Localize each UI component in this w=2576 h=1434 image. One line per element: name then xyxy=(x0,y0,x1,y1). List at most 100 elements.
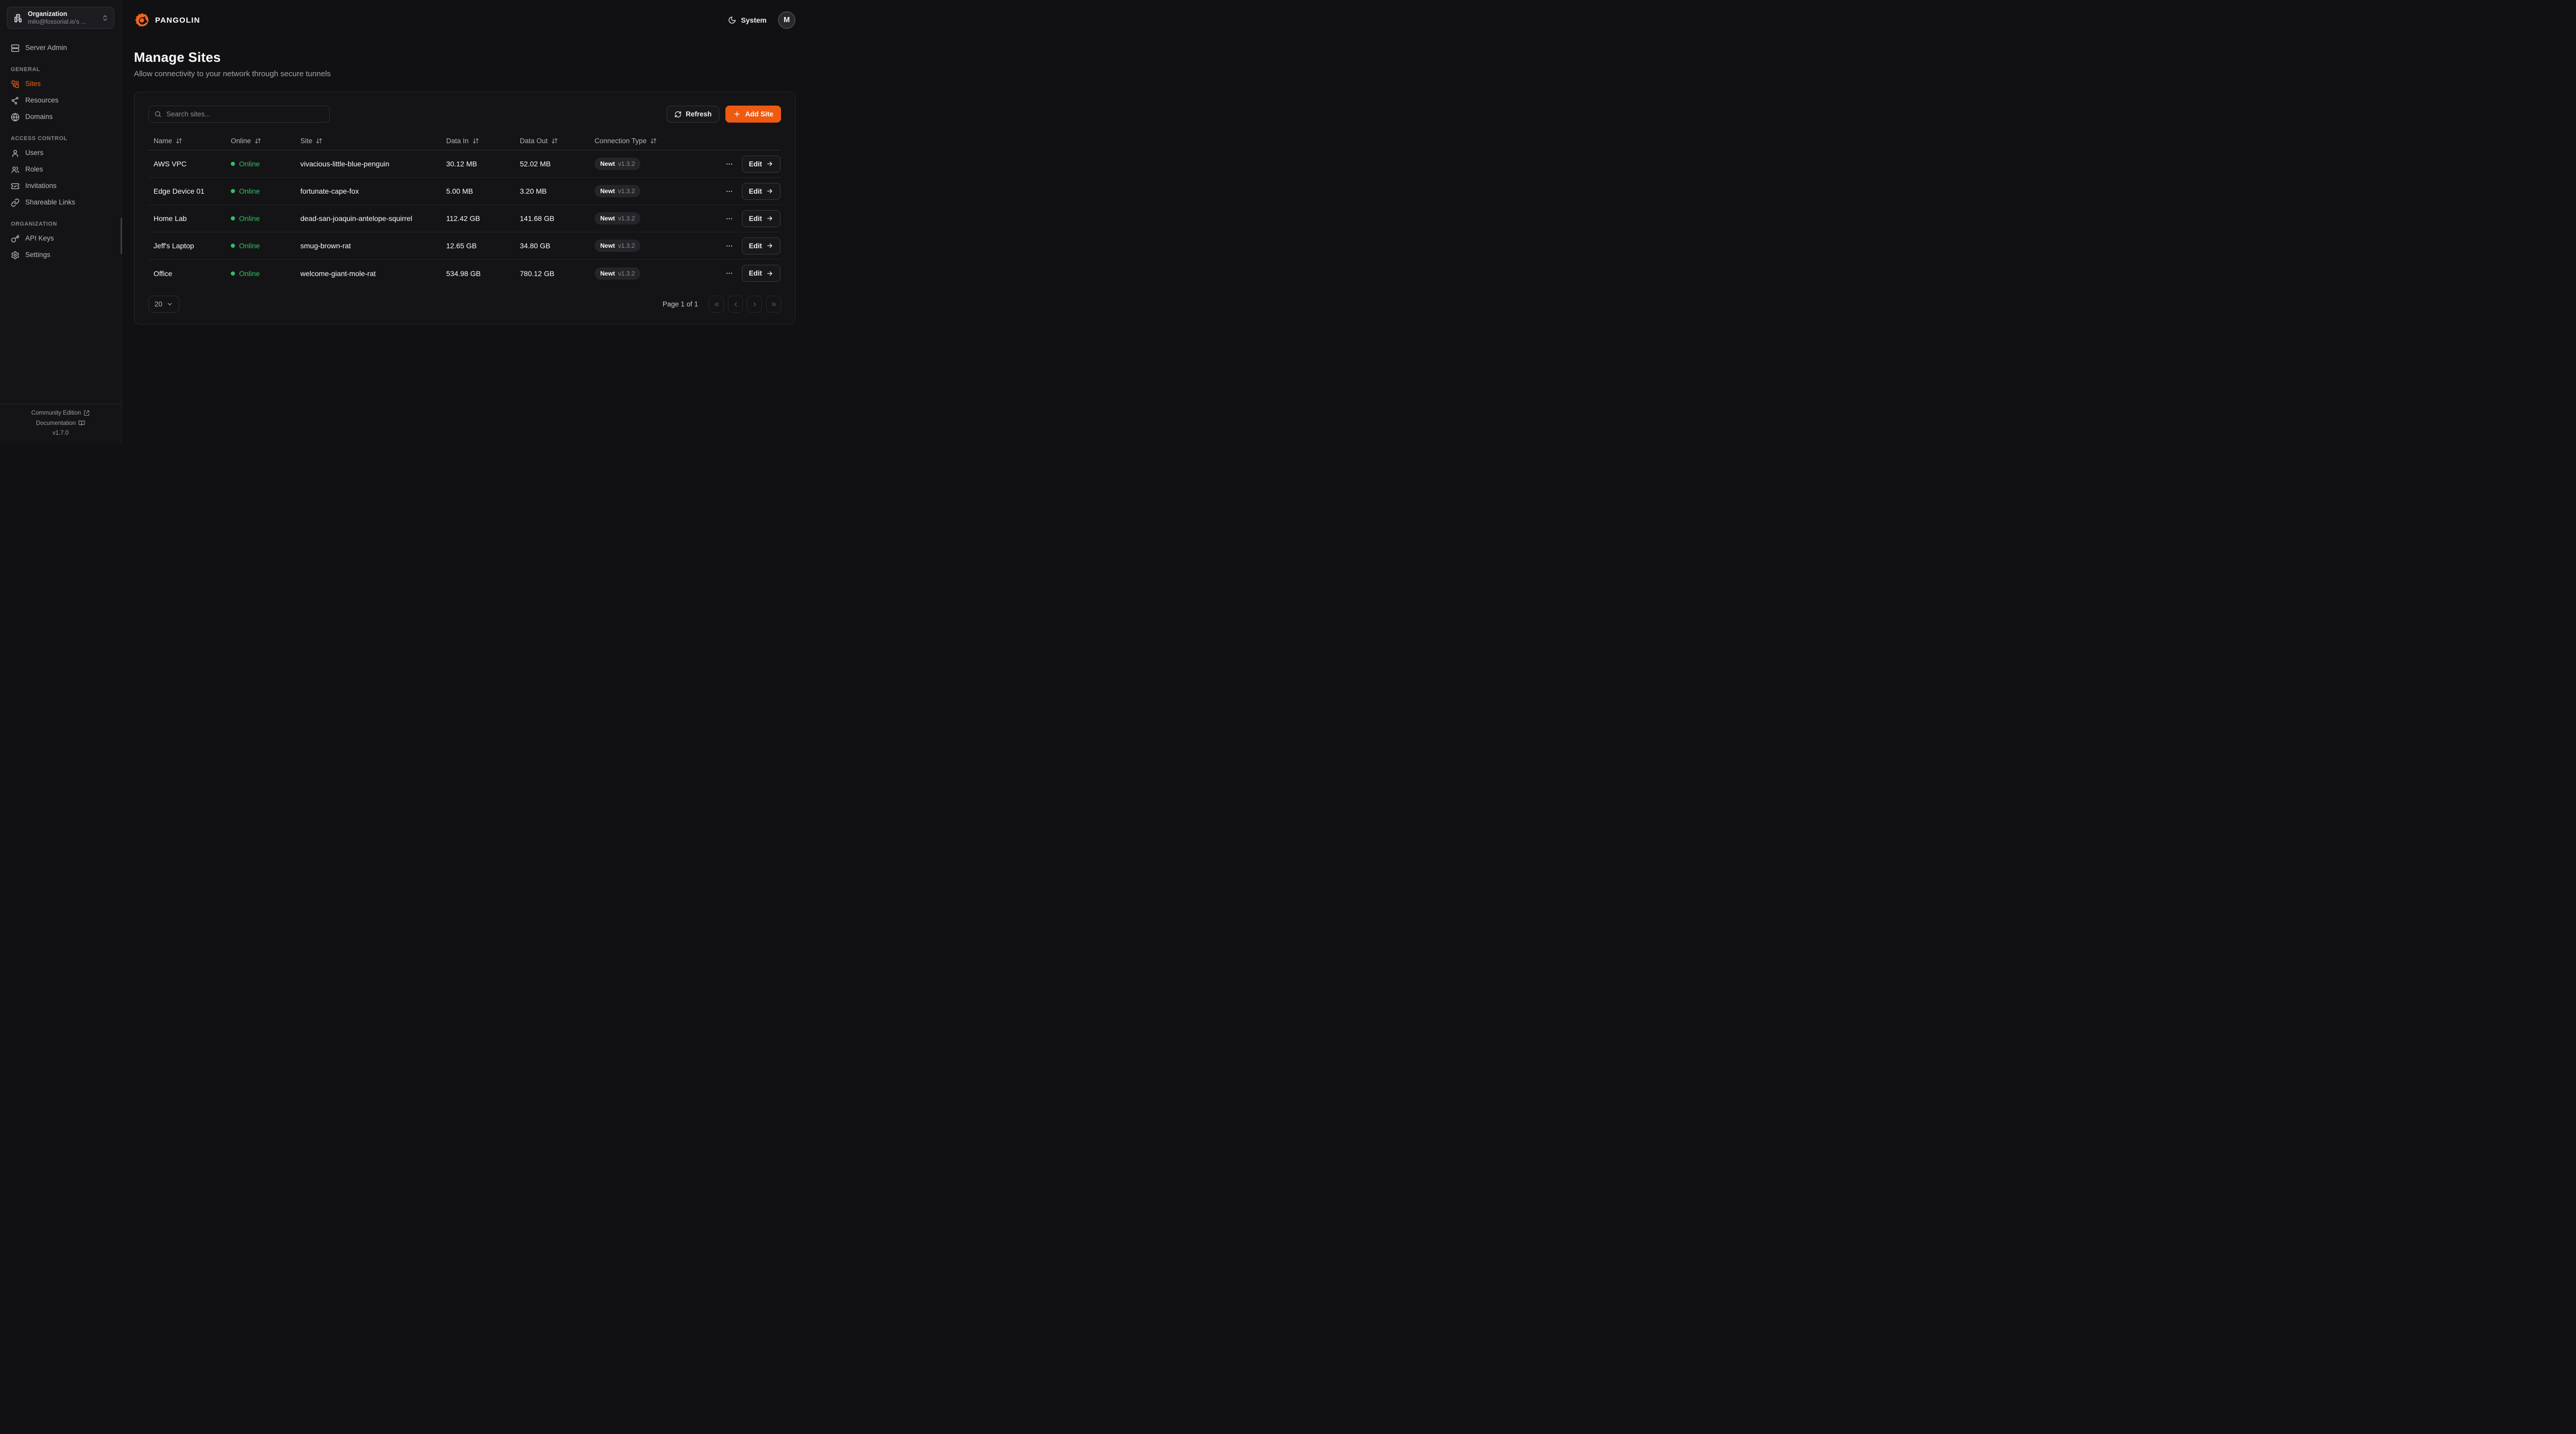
sidebar-item-sites[interactable]: Sites xyxy=(7,76,114,92)
sidebar-item-shareable-links[interactable]: Shareable Links xyxy=(7,194,114,211)
cell-status: Online xyxy=(226,187,295,195)
topbar-actions: System M xyxy=(728,11,795,29)
cell-data-out: 3.20 MB xyxy=(515,187,589,195)
avatar[interactable]: M xyxy=(778,11,795,29)
sidebar-item-label: API Keys xyxy=(25,233,54,244)
row-menu-button[interactable] xyxy=(725,160,733,168)
sidebar-item-label: Domains xyxy=(25,112,53,122)
ellipsis-icon xyxy=(725,269,733,277)
online-dot xyxy=(231,271,235,276)
documentation-label: Documentation xyxy=(36,420,76,426)
ellipsis-icon xyxy=(725,187,733,195)
sidebar-nav: Server Admin GENERAL Sites Resources Dom… xyxy=(0,36,121,404)
page-indicator: Page 1 of 1 xyxy=(663,300,698,308)
row-menu-button[interactable] xyxy=(725,269,733,277)
sidebar-item-users[interactable]: Users xyxy=(7,145,114,161)
edit-button[interactable]: Edit xyxy=(742,183,781,200)
sites-table-card: Refresh Add Site Name Online Site Data I… xyxy=(134,92,795,325)
sort-icon xyxy=(176,138,182,144)
column-header-site[interactable]: Site xyxy=(295,137,441,145)
column-header-data-out[interactable]: Data Out xyxy=(515,137,589,145)
page-header: Manage Sites Allow connectivity to your … xyxy=(134,49,795,78)
table-row: AWS VPC Online vivacious-little-blue-pen… xyxy=(148,150,781,178)
cell-name: AWS VPC xyxy=(148,160,226,168)
row-menu-button[interactable] xyxy=(725,187,733,195)
app-version: v1.7.0 xyxy=(53,430,69,436)
add-site-button[interactable]: Add Site xyxy=(725,106,781,123)
search-input[interactable] xyxy=(148,106,330,123)
pangolin-logo-icon xyxy=(134,12,150,28)
gear-icon xyxy=(11,251,20,260)
add-site-label: Add Site xyxy=(745,110,773,118)
sidebar-item-roles[interactable]: Roles xyxy=(7,161,114,178)
cell-data-in: 534.98 GB xyxy=(441,269,515,278)
cell-connection-type: Newtv1.3.2 xyxy=(589,267,692,280)
table-row: Home Lab Online dead-san-joaquin-antelop… xyxy=(148,205,781,232)
users-icon xyxy=(11,165,20,174)
user-icon xyxy=(11,149,20,158)
last-page-button[interactable] xyxy=(766,296,781,313)
cell-data-in: 30.12 MB xyxy=(441,160,515,168)
cell-actions: Edit xyxy=(692,210,781,227)
sidebar-item-settings[interactable]: Settings xyxy=(7,247,114,263)
sidebar-scrollbar-thumb[interactable] xyxy=(121,218,122,254)
edit-button[interactable]: Edit xyxy=(742,210,781,227)
section-heading-organization: ORGANIZATION xyxy=(7,221,114,227)
column-header-data-in[interactable]: Data In xyxy=(441,137,515,145)
previous-page-button[interactable] xyxy=(728,296,743,313)
sidebar-item-domains[interactable]: Domains xyxy=(7,109,114,125)
brand: PANGOLIN xyxy=(134,12,200,28)
page-size-select[interactable]: 20 xyxy=(148,296,179,313)
cell-status: Online xyxy=(226,242,295,250)
sort-icon xyxy=(316,138,323,144)
column-header-online[interactable]: Online xyxy=(226,137,295,145)
chevron-down-icon xyxy=(166,301,173,308)
table-row: Jeff's Laptop Online smug-brown-rat 12.6… xyxy=(148,232,781,260)
connection-badge: Newtv1.3.2 xyxy=(595,212,640,225)
documentation-link[interactable]: Documentation xyxy=(36,420,85,426)
edit-button[interactable]: Edit xyxy=(742,265,781,282)
cell-name: Jeff's Laptop xyxy=(148,242,226,250)
row-menu-button[interactable] xyxy=(725,242,733,250)
refresh-button[interactable]: Refresh xyxy=(667,106,719,123)
first-page-button[interactable] xyxy=(709,296,724,313)
cell-data-in: 112.42 GB xyxy=(441,214,515,223)
row-menu-button[interactable] xyxy=(725,215,733,223)
theme-toggle[interactable]: System xyxy=(728,16,767,24)
sidebar-item-resources[interactable]: Resources xyxy=(7,92,114,109)
online-dot xyxy=(231,162,235,166)
column-header-name[interactable]: Name xyxy=(148,137,226,145)
section-heading-access-control: ACCESS CONTROL xyxy=(7,135,114,142)
next-page-button[interactable] xyxy=(747,296,762,313)
sort-icon xyxy=(551,138,558,144)
refresh-icon xyxy=(674,111,682,118)
edit-button[interactable]: Edit xyxy=(742,237,781,254)
ellipsis-icon xyxy=(725,215,733,223)
arrow-right-icon xyxy=(766,160,773,167)
sort-icon xyxy=(650,138,657,144)
arrow-right-icon xyxy=(766,187,773,195)
cell-actions: Edit xyxy=(692,183,781,200)
page-title: Manage Sites xyxy=(134,49,795,65)
community-edition-link[interactable]: Community Edition xyxy=(31,410,90,416)
organization-selector[interactable]: Organization milo@fossorial.io's ... xyxy=(7,7,114,29)
moon-icon xyxy=(728,16,736,24)
sidebar-item-label: Settings xyxy=(25,250,50,260)
sidebar-item-invitations[interactable]: Invitations xyxy=(7,178,114,194)
online-dot xyxy=(231,216,235,220)
column-header-connection-type[interactable]: Connection Type xyxy=(589,137,692,145)
sidebar-item-api-keys[interactable]: API Keys xyxy=(7,230,114,247)
cell-name: Home Lab xyxy=(148,214,226,223)
sidebar-item-label: Shareable Links xyxy=(25,197,75,208)
cell-site: smug-brown-rat xyxy=(295,242,441,250)
cell-data-out: 34.80 GB xyxy=(515,242,589,250)
cell-site: welcome-giant-mole-rat xyxy=(295,269,441,278)
arrow-right-icon xyxy=(766,215,773,222)
cell-site: fortunate-cape-fox xyxy=(295,187,441,195)
edit-button[interactable]: Edit xyxy=(742,156,781,173)
cell-name: Office xyxy=(148,269,226,278)
sidebar-item-server-admin[interactable]: Server Admin xyxy=(7,40,114,56)
resources-icon xyxy=(11,96,20,105)
search-icon xyxy=(154,110,162,118)
cell-connection-type: Newtv1.3.2 xyxy=(589,240,692,252)
